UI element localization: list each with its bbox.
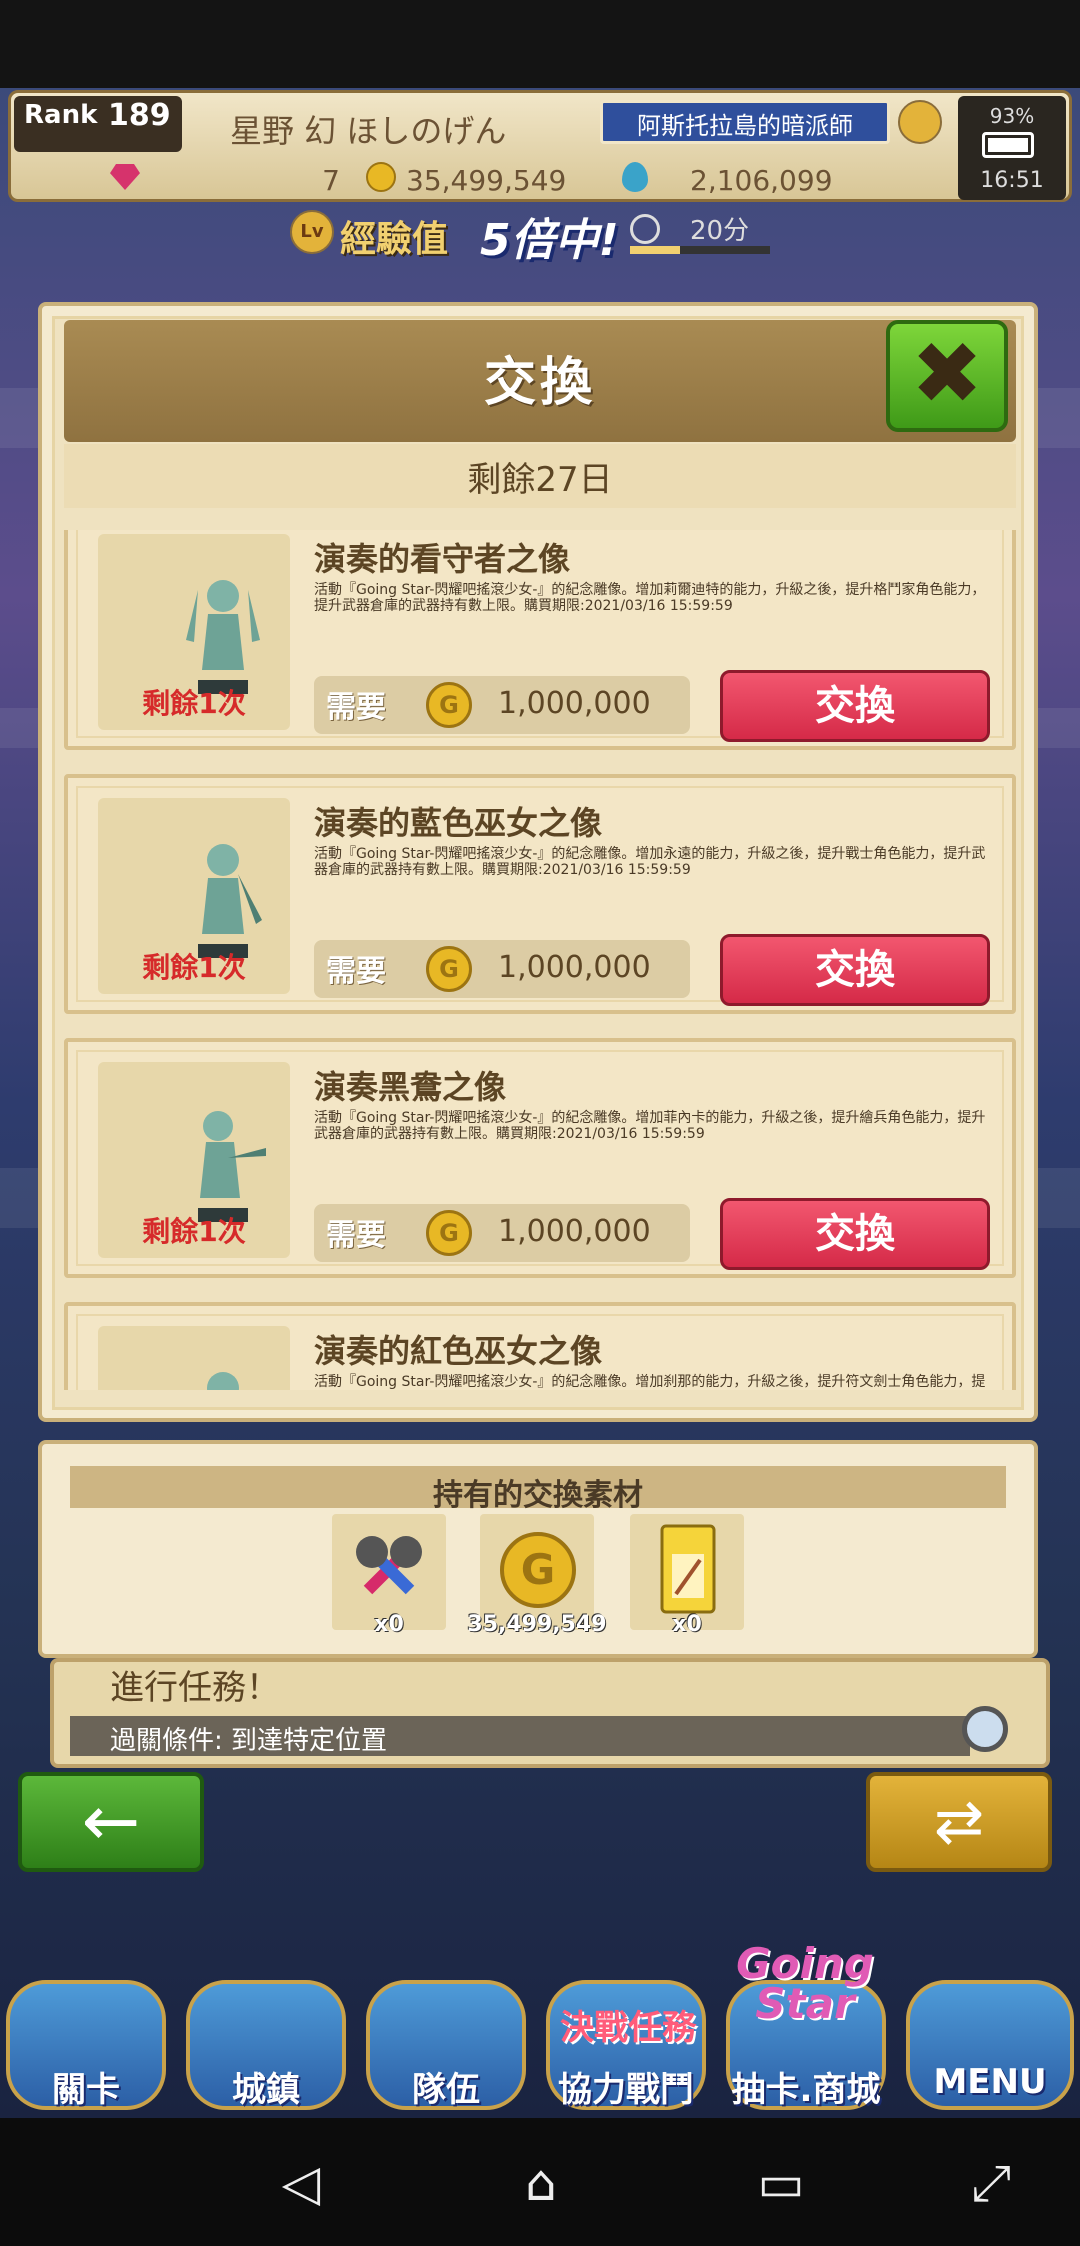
recents-icon[interactable]: ▭ <box>756 2158 806 2208</box>
drop-count: 2,106,099 <box>690 164 833 197</box>
exchange-item: 剩餘1次 演奏的藍色巫女之像 活動『Going Star-閃耀吧搖滾少女-』的紀… <box>64 774 1016 1014</box>
player-title: 阿斯托拉島的暗派師 <box>637 112 853 140</box>
gold-count: 35,499,549 <box>406 164 567 197</box>
exp-banner-text: 經驗值 <box>340 219 449 260</box>
nav-label: 隊伍 <box>412 2070 480 2110</box>
exchange-button[interactable]: 交換 <box>720 1198 990 1270</box>
item-description: 活動『Going Star-閃耀吧搖滾少女-』的紀念雕像。增加菲內卡的能力，升級… <box>314 1110 986 1142</box>
cost-value: 1,000,000 <box>498 1214 651 1249</box>
nav-label: 關卡 <box>52 2070 120 2110</box>
player-name: 星野 幻 ほしのげん <box>230 112 507 150</box>
ticket-icon <box>660 1524 716 1614</box>
item-description: 活動『Going Star-閃耀吧搖滾少女-』的紀念雕像。增加莉爾迪特的能力，升… <box>314 582 986 614</box>
nav-label: MENU <box>933 2062 1047 2102</box>
battery-percent: 93% <box>989 104 1035 128</box>
rank-label: Rank <box>24 100 98 130</box>
statue-icon <box>198 1111 266 1222</box>
stamina-drop-icon <box>622 162 648 192</box>
exp-multiplier: 5倍中! <box>480 215 619 266</box>
exchange-item: 剩餘1次 演奏黑鴦之像 活動『Going Star-閃耀吧搖滾少女-』的紀念雕像… <box>64 1038 1016 1278</box>
exchange-button[interactable]: 交換 <box>720 934 990 1006</box>
clock-icon <box>630 214 660 244</box>
lv-icon: Lv <box>290 210 334 254</box>
close-icon[interactable]: ✖ <box>886 318 1008 430</box>
gold-coin-icon <box>366 162 396 192</box>
item-name: 演奏黑鴦之像 <box>314 1068 507 1106</box>
gold-coin-icon: G <box>426 946 472 992</box>
exchange-button[interactable]: 交換 <box>720 670 990 742</box>
item-name: 演奏的看守者之像 <box>314 540 571 578</box>
cost-label: 需要 <box>326 954 386 989</box>
exp-time-left: 20分 <box>690 216 750 246</box>
search-icon[interactable] <box>962 1706 1008 1752</box>
item-name: 演奏的藍色巫女之像 <box>314 804 603 842</box>
remaining-days: 剩餘27日 <box>467 460 613 500</box>
event-badge: 決戰任務 <box>560 2008 696 2048</box>
microphones-icon <box>356 1536 422 1595</box>
cost-label: 需要 <box>326 1218 386 1253</box>
exchange-item: 演奏的紅色巫女之像 活動『Going Star-閃耀吧搖滾少女-』的紀念雕像。增… <box>64 1302 1016 1390</box>
material-count: x0 <box>672 1612 702 1637</box>
item-thumbnail <box>98 1326 290 1390</box>
item-description: 活動『Going Star-閃耀吧搖滾少女-』的紀念雕像。增加刹那的能力，升級之… <box>314 1374 986 1390</box>
statue-icon <box>186 580 260 694</box>
nav-label: 抽卡.商城 <box>731 2070 881 2110</box>
rotate-icon[interactable]: ⤢ <box>966 2158 1016 2208</box>
remain-count: 剩餘1次 <box>142 687 246 720</box>
gold-coin-icon: G <box>426 1210 472 1256</box>
home-icon[interactable]: ⌂ <box>516 2158 566 2208</box>
statue-icon <box>198 844 262 958</box>
rank-value: 189 <box>108 98 171 133</box>
statue-icon <box>207 1372 239 1390</box>
exchange-item-list[interactable]: 剩餘1次 演奏的看守者之像 活動『Going Star-閃耀吧搖滾少女-』的紀念… <box>64 530 1016 1390</box>
cost-label: 需要 <box>326 690 386 725</box>
material-count: 35,499,549 <box>467 1612 607 1637</box>
status-bar <box>0 0 1080 88</box>
material-count: x0 <box>374 1612 404 1637</box>
cost-value: 1,000,000 <box>498 686 651 721</box>
gold-coin-icon: G <box>426 682 472 728</box>
gems-count: 7 <box>322 164 340 197</box>
edit-pencil-icon[interactable] <box>898 100 942 144</box>
clock: 16:51 <box>980 168 1044 193</box>
nav-label: 城鎮 <box>232 2070 300 2110</box>
remain-count: 剩餘1次 <box>142 1215 246 1248</box>
exp-timer-bar-fill <box>630 246 680 254</box>
remain-count: 剩餘1次 <box>142 951 246 984</box>
materials-title: 持有的交換素材 <box>433 1478 643 1513</box>
going-star-logo: Going Star <box>736 1939 874 2028</box>
back-button[interactable]: ← <box>18 1772 204 1872</box>
switch-button[interactable]: ⇄ <box>866 1772 1052 1872</box>
modal-title: 交換 <box>483 353 596 413</box>
quest-title: 進行任務！ <box>110 1668 280 1708</box>
gold-coin-icon: G <box>500 1532 576 1608</box>
battery-fill <box>988 138 1028 152</box>
item-name: 演奏的紅色巫女之像 <box>314 1332 603 1370</box>
cost-value: 1,000,000 <box>498 950 651 985</box>
back-icon[interactable]: ◁ <box>276 2158 326 2208</box>
nav-label: 協力戰鬥 <box>558 2070 694 2110</box>
quest-condition: 過關條件: 到達特定位置 <box>110 1726 388 1756</box>
item-description: 活動『Going Star-閃耀吧搖滾少女-』的紀念雕像。增加永遠的能力，升級之… <box>314 846 986 878</box>
exchange-item: 剩餘1次 演奏的看守者之像 活動『Going Star-閃耀吧搖滾少女-』的紀念… <box>64 530 1016 750</box>
